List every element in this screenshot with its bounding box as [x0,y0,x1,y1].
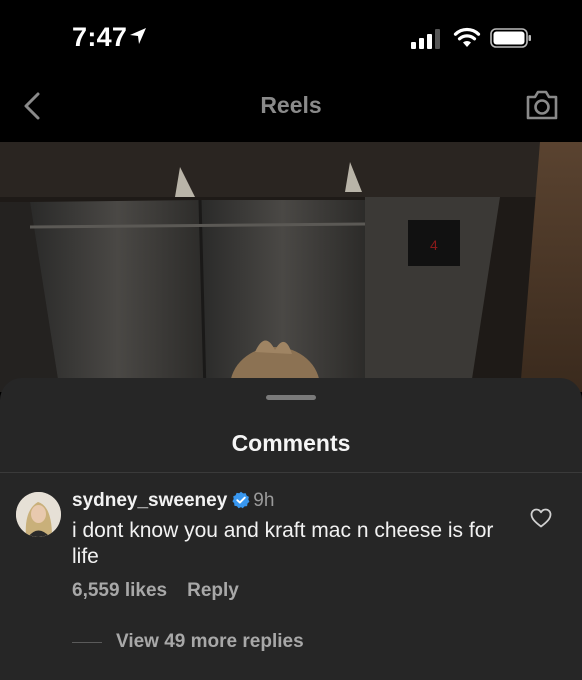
replies-line [72,641,102,643]
video-frame: 4 [0,142,582,392]
avatar[interactable] [16,492,61,537]
comments-title: Comments [231,430,351,456]
comments-sheet: Comments sydney_sweeney 9h i dont know y… [0,378,582,680]
heart-icon[interactable] [530,508,552,528]
sheet-grabber[interactable] [266,395,316,400]
comment-time: 9h [253,490,275,511]
wifi-icon [453,27,481,47]
view-more-replies-button[interactable]: View 49 more replies [72,631,304,653]
divider [0,472,582,473]
view-replies-label: View 49 more replies [116,631,304,652]
comment-text: i dont know you and kraft mac n cheese i… [72,519,494,568]
verified-badge-icon [232,491,250,509]
reel-video[interactable]: 4 [0,142,582,392]
location-arrow-icon [130,28,146,44]
svg-text:4: 4 [430,237,438,253]
comment-header: sydney_sweeney 9h [72,490,274,512]
comment-likes[interactable]: 6,559 likes [72,580,167,601]
comment-username[interactable]: sydney_sweeney [72,490,227,511]
reply-button[interactable]: Reply [187,580,239,601]
battery-icon [490,28,531,48]
cellular-signal-icon [411,29,440,49]
status-bar: 7:47 [0,0,582,70]
camera-icon[interactable] [524,88,560,122]
comment-meta: 6,559 likes Reply [72,580,239,602]
avatar-image [16,492,61,537]
status-time: 7:47 [72,22,128,52]
nav-bar: Reels [0,70,582,142]
page-title: Reels [260,92,322,118]
